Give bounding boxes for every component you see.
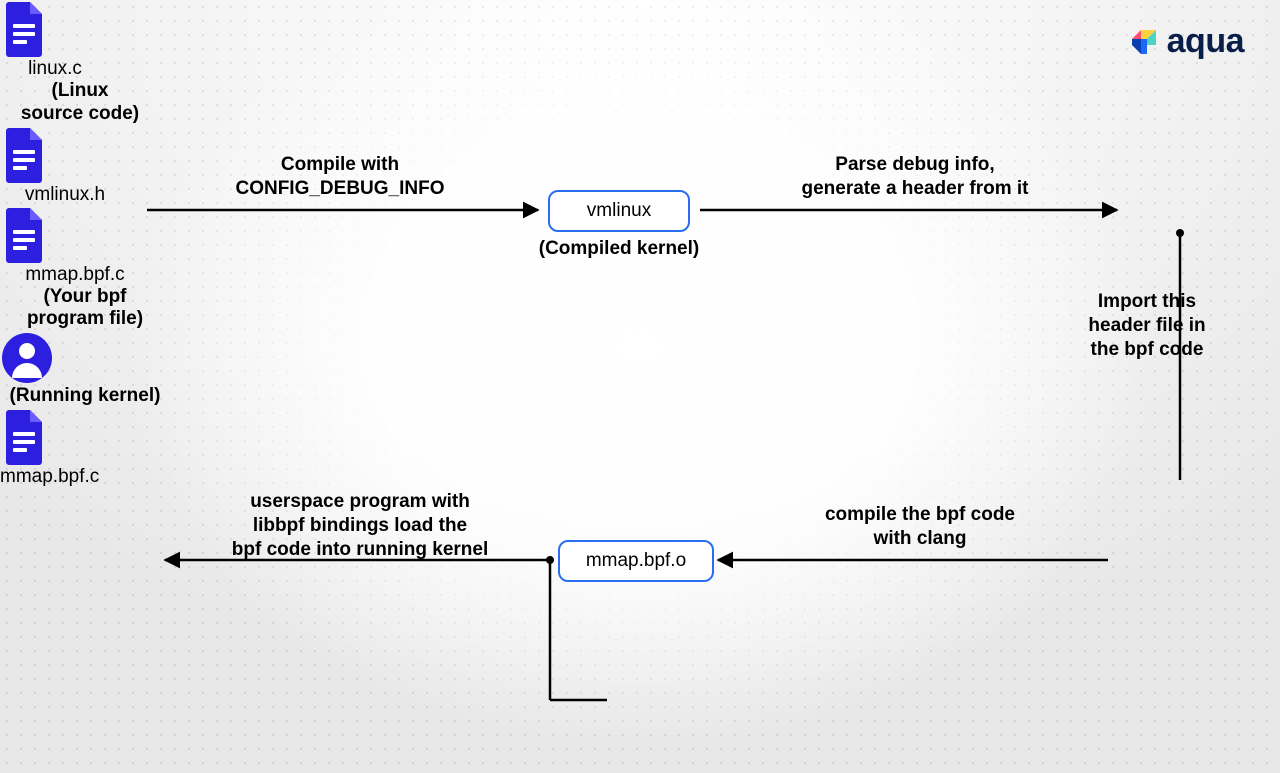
node-vmlinux-sub: (Compiled kernel) <box>528 238 710 260</box>
node-vmlinuxh-label: vmlinux.h <box>0 184 130 206</box>
node-mmapbpfc-sub: (Your bpf program file) <box>0 286 170 332</box>
file-icon <box>0 126 48 184</box>
connectors <box>0 0 1280 773</box>
edge-load-label: userspace program with libbpf bindings l… <box>195 490 525 561</box>
edge-compile-label: Compile with CONFIG_DEBUG_INFO <box>200 153 480 201</box>
person-icon <box>0 331 54 385</box>
diagram-canvas: aqua linux.c (Linux source code) Compile… <box>0 0 1280 773</box>
node-linuxc-label: linux.c <box>0 58 110 80</box>
node-vmlinux-box: vmlinux <box>548 190 690 232</box>
brand-logo-text: aqua <box>1167 22 1244 61</box>
node-linuxc-sub: (Linux source code) <box>0 80 160 126</box>
node-mmapbpfc-label: mmap.bpf.c <box>0 264 150 286</box>
file-icon <box>0 206 48 264</box>
node-vmlinux-label: vmlinux <box>587 200 651 222</box>
file-icon <box>0 408 48 466</box>
node-kernel-sub: (Running kernel) <box>0 385 170 408</box>
edge-parse-label: Parse debug info, generate a header from… <box>760 153 1070 201</box>
file-icon <box>0 0 48 58</box>
node-mmapbpfo-label: mmap.bpf.o <box>586 550 686 572</box>
edge-clang-label: compile the bpf code with clang <box>780 503 1060 551</box>
aqua-logo-icon <box>1129 27 1159 57</box>
brand-logo: aqua <box>1129 22 1244 61</box>
edge-import-label: Import this header file in the bpf code <box>1062 290 1232 361</box>
node-mmapbpfc2-label: mmap.bpf.c <box>0 466 140 488</box>
node-mmapbpfo-box: mmap.bpf.o <box>558 540 714 582</box>
